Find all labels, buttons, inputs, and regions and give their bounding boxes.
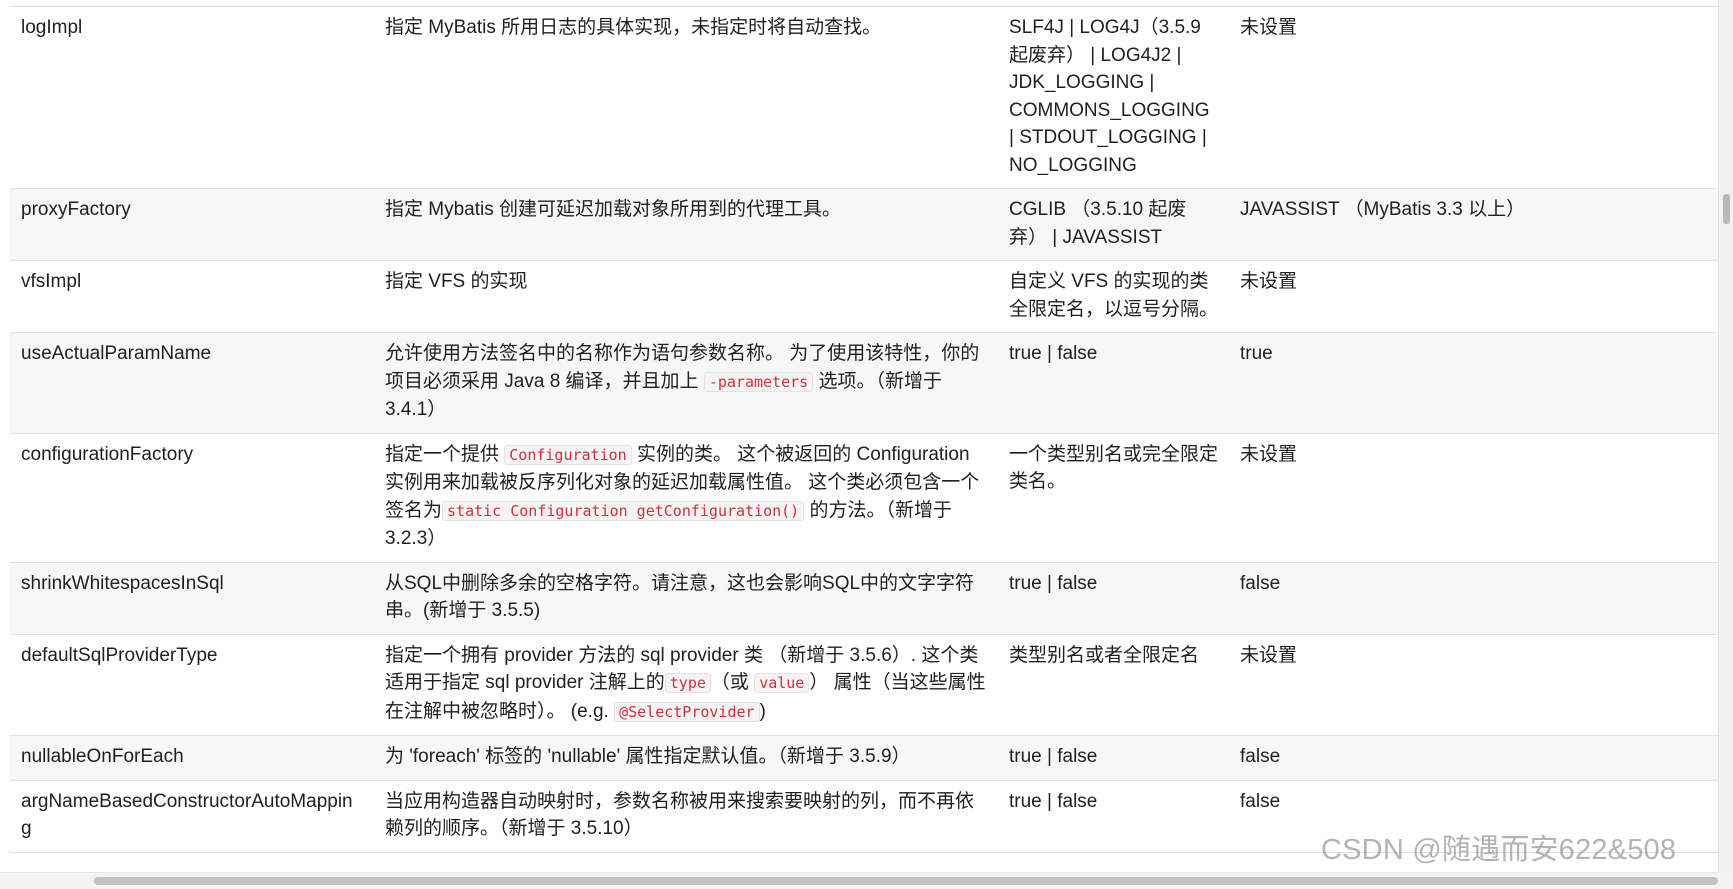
inline-code: Configuration [504,444,632,465]
setting-name: argNameBasedConstructorAutoMapping [10,780,374,853]
setting-values: SLF4J | LOG4J（3.5.9 起废弃） | LOG4J2 | JDK_… [998,7,1229,189]
setting-values: 自定义 VFS 的实现的类全限定名，以逗号分隔。 [998,260,1229,333]
setting-default: true [1229,332,1718,434]
description-text: （或 [710,672,755,693]
setting-description: 指定一个提供 Configuration 实例的类。 这个被返回的 Config… [374,433,998,563]
inline-code: @SelectProvider [614,701,760,722]
settings-table-viewport: logImpl 指定 MyBatis 所用日志的具体实现，未指定时将自动查找。 … [0,0,1718,872]
setting-name: defaultSqlProviderType [10,634,374,736]
setting-values: true | false [998,735,1229,781]
description-text: ) [759,700,766,722]
setting-default: 未设置 [1229,7,1718,189]
vertical-scrollbar-thumb[interactable] [1723,194,1730,224]
horizontal-scrollbar[interactable] [0,872,1718,889]
setting-values: 类型别名或者全限定名 [998,634,1229,736]
setting-values: 一个类型别名或完全限定类名。 [998,433,1229,563]
setting-default: JAVASSIST （MyBatis 3.3 以上） [1229,188,1718,261]
inline-code: -parameters [703,371,814,392]
setting-values: true | false [998,332,1229,434]
setting-description: 从SQL中删除多余的空格字符。请注意，这也会影响SQL中的文字字符串。(新增于 … [374,562,998,635]
setting-description: 指定 Mybatis 创建可延迟加载对象所用到的代理工具。 [374,188,998,261]
setting-description: 当应用构造器自动映射时，参数名称被用来搜索要映射的列，而不再依赖列的顺序。（新增… [374,780,998,853]
inline-code: value [754,673,810,693]
setting-description: 允许使用方法签名中的名称作为语句参数名称。 为了使用该特性，你的项目必须采用 J… [374,332,998,434]
setting-default: 未设置 [1229,634,1718,736]
csdn-watermark: CSDN @随遇而安622&508 [1321,834,1677,866]
setting-description: 为 'foreach' 标签的 'nullable' 属性指定默认值。（新增于 … [374,735,998,781]
setting-name: proxyFactory [10,188,374,261]
settings-table-body: logImpl 指定 MyBatis 所用日志的具体实现，未指定时将自动查找。 … [10,7,1718,853]
table-row: useActualParamName 允许使用方法签名中的名称作为语句参数名称。… [10,332,1718,434]
table-row: proxyFactory 指定 Mybatis 创建可延迟加载对象所用到的代理工… [10,188,1718,261]
documentation-page: logImpl 指定 MyBatis 所用日志的具体实现，未指定时将自动查找。 … [0,0,1733,889]
horizontal-scrollbar-thumb[interactable] [94,877,1718,885]
setting-values: true | false [998,562,1229,635]
setting-name: vfsImpl [10,260,374,333]
setting-description: 指定一个拥有 provider 方法的 sql provider 类 （新增于 … [374,634,998,736]
setting-name: useActualParamName [10,332,374,434]
inline-code: static Configuration getConfiguration() [442,500,805,521]
description-text: 指定一个提供 [385,443,505,465]
table-row: vfsImpl 指定 VFS 的实现 自定义 VFS 的实现的类全限定名，以逗号… [10,260,1718,333]
setting-description: 指定 MyBatis 所用日志的具体实现，未指定时将自动查找。 [374,7,998,189]
setting-name: nullableOnForEach [10,735,374,781]
table-row: logImpl 指定 MyBatis 所用日志的具体实现，未指定时将自动查找。 … [10,7,1718,189]
setting-description: 指定 VFS 的实现 [374,260,998,333]
setting-default: false [1229,562,1718,635]
setting-default: 未设置 [1229,433,1718,563]
scrollbar-corner [1718,872,1733,889]
table-row: nullableOnForEach 为 'foreach' 标签的 'nulla… [10,735,1718,781]
settings-table: logImpl 指定 MyBatis 所用日志的具体实现，未指定时将自动查找。 … [10,7,1718,853]
vertical-scrollbar[interactable] [1718,0,1733,872]
setting-values: CGLIB （3.5.10 起废弃） | JAVASSIST [998,188,1229,261]
setting-default: false [1229,735,1718,781]
setting-values: true | false [998,780,1229,853]
table-row: defaultSqlProviderType 指定一个拥有 provider 方… [10,634,1718,736]
table-row: shrinkWhitespacesInSql 从SQL中删除多余的空格字符。请注… [10,562,1718,635]
inline-code: type [664,673,711,693]
setting-name: logImpl [10,7,374,189]
setting-name: shrinkWhitespacesInSql [10,562,374,635]
table-row: configurationFactory 指定一个提供 Configuratio… [10,433,1718,563]
setting-default: 未设置 [1229,260,1718,333]
setting-name: configurationFactory [10,433,374,563]
